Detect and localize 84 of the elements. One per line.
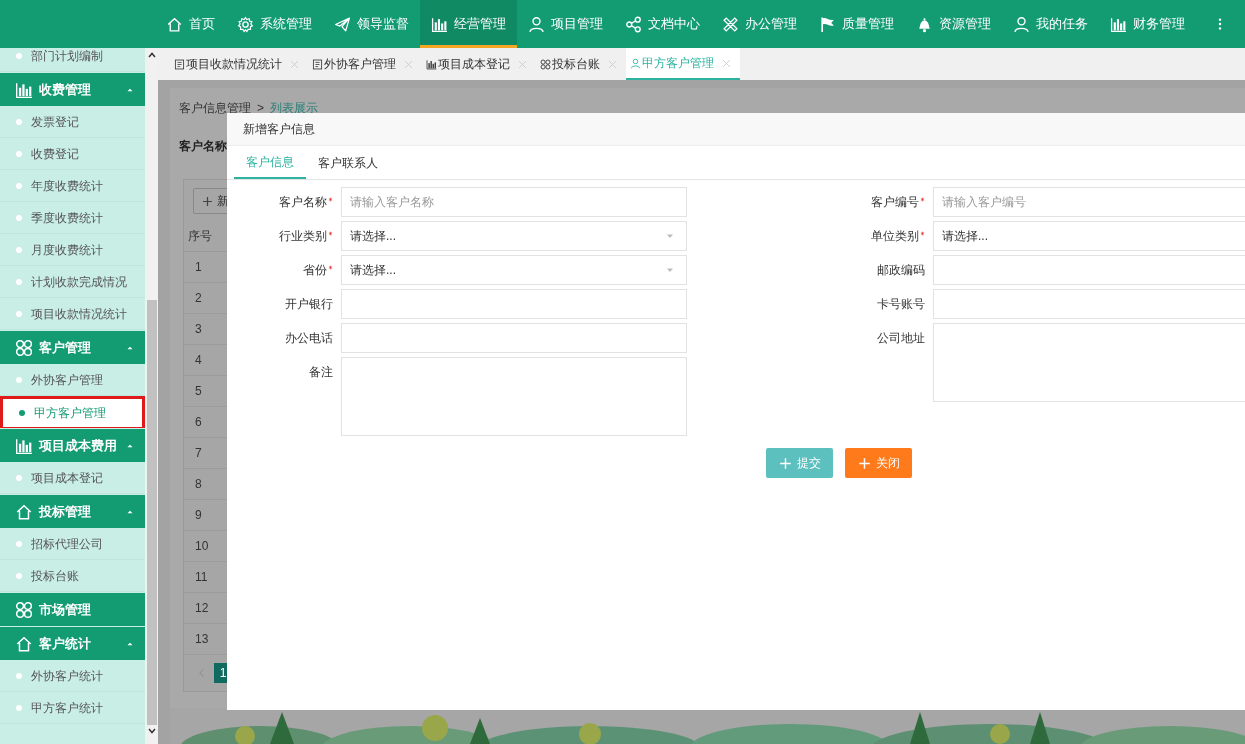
field-label: 单位类别 (871, 228, 919, 245)
home-icon (15, 634, 33, 653)
nav-item[interactable]: 项目管理 (517, 0, 614, 48)
field-label: 行业类别 (279, 228, 327, 245)
field-label: 省份 (303, 262, 327, 279)
dialog-title: 新增客户信息 (243, 121, 315, 138)
input-field[interactable]: 请输入客户编号 (933, 187, 1245, 217)
text-area[interactable] (341, 357, 687, 436)
sidebar-group[interactable]: 客户统计 (0, 626, 145, 660)
flag-icon (819, 15, 836, 33)
person-icon (528, 15, 545, 33)
crossed-tools-icon (722, 15, 739, 33)
bar-chart-icon (15, 80, 33, 99)
paper-plane-icon (334, 15, 351, 33)
sidebar-group[interactable]: 收费管理 (0, 72, 145, 106)
home-icon (166, 15, 183, 33)
nav-item[interactable]: 领导监督 (323, 0, 420, 48)
scrollbar[interactable] (145, 48, 158, 744)
field-label: 备注 (309, 364, 333, 381)
input-field[interactable] (933, 255, 1245, 285)
field-label: 开户银行 (285, 296, 333, 313)
close-icon[interactable] (721, 57, 732, 69)
document-icon (312, 58, 323, 70)
sidebar-group[interactable]: 项目成本费用 (0, 428, 145, 462)
breadcrumb-link[interactable]: 客户信息管理 (179, 99, 251, 117)
grid-icon (540, 58, 551, 70)
bar-chart-icon (1110, 15, 1127, 33)
scroll-thumb[interactable] (146, 300, 157, 725)
close-icon[interactable] (289, 58, 300, 70)
close-icon[interactable] (607, 58, 618, 70)
tab[interactable]: 项目成本登记 (422, 48, 536, 80)
nav-item[interactable]: 首页 (155, 0, 226, 48)
breadcrumb-current: 列表展示 (270, 100, 318, 117)
home-icon (15, 502, 33, 521)
nav-item[interactable]: 资源管理 (905, 0, 1002, 48)
tab[interactable]: 项目收款情况统计 (170, 48, 308, 80)
nav-item[interactable]: 财务管理 (1099, 0, 1196, 48)
close-icon[interactable] (517, 58, 528, 70)
scroll-up-icon[interactable] (147, 52, 156, 58)
tab[interactable]: 投标台账 (536, 48, 626, 80)
grid-icon (15, 600, 33, 619)
plus-icon (202, 195, 213, 207)
input-field[interactable]: 请输入客户名称 (341, 187, 687, 217)
input-field[interactable] (933, 289, 1245, 319)
dialog-tab[interactable]: 客户联系人 (306, 146, 390, 179)
share-icon (625, 15, 642, 33)
field-label: 办公电话 (285, 330, 333, 347)
sidebar-group[interactable]: 客户管理 (0, 330, 145, 364)
field-label: 卡号账号 (877, 296, 925, 313)
sidebar-group[interactable]: 投标管理 (0, 494, 145, 528)
person-icon (1013, 15, 1030, 33)
field-label: 邮政编码 (877, 262, 925, 279)
nav-item[interactable]: 文档中心 (614, 0, 711, 48)
select-field[interactable]: 请选择... (933, 221, 1245, 251)
close-icon[interactable] (403, 58, 414, 70)
nav-item[interactable]: 办公管理 (711, 0, 808, 48)
sidebar-group[interactable]: 市场管理 (0, 592, 145, 626)
nav-item[interactable]: 系统管理 (226, 0, 323, 48)
bar-chart-icon (431, 15, 448, 33)
plus-icon (857, 456, 871, 470)
nav-item[interactable]: 质量管理 (808, 0, 905, 48)
bell-icon (916, 15, 933, 33)
field-label: 客户名称 (279, 194, 327, 211)
tab[interactable]: 外协客户管理 (308, 48, 422, 80)
settings-icon (237, 15, 254, 33)
input-field[interactable] (341, 289, 687, 319)
nav-item[interactable]: 我的任务 (1002, 0, 1099, 48)
bar-chart-icon (426, 58, 437, 70)
plus-icon (778, 456, 792, 470)
grid-icon (15, 338, 33, 357)
select-field[interactable]: 请选择... (341, 221, 687, 251)
person-icon (630, 57, 641, 69)
select-field[interactable]: 请选择... (341, 255, 687, 285)
text-area[interactable] (933, 323, 1245, 402)
field-label: 客户编号 (871, 194, 919, 211)
document-icon (174, 58, 185, 70)
filter-label: 客户名称 (179, 138, 228, 155)
breadcrumb-separator: > (257, 100, 264, 117)
bar-chart-icon (15, 436, 33, 455)
input-field[interactable] (341, 323, 687, 353)
scroll-down-icon[interactable] (147, 728, 156, 734)
sidebar-item[interactable]: 甲方客户管理 (0, 396, 145, 428)
field-label: 公司地址 (877, 330, 925, 347)
nav-item[interactable]: 经营管理 (420, 0, 517, 48)
